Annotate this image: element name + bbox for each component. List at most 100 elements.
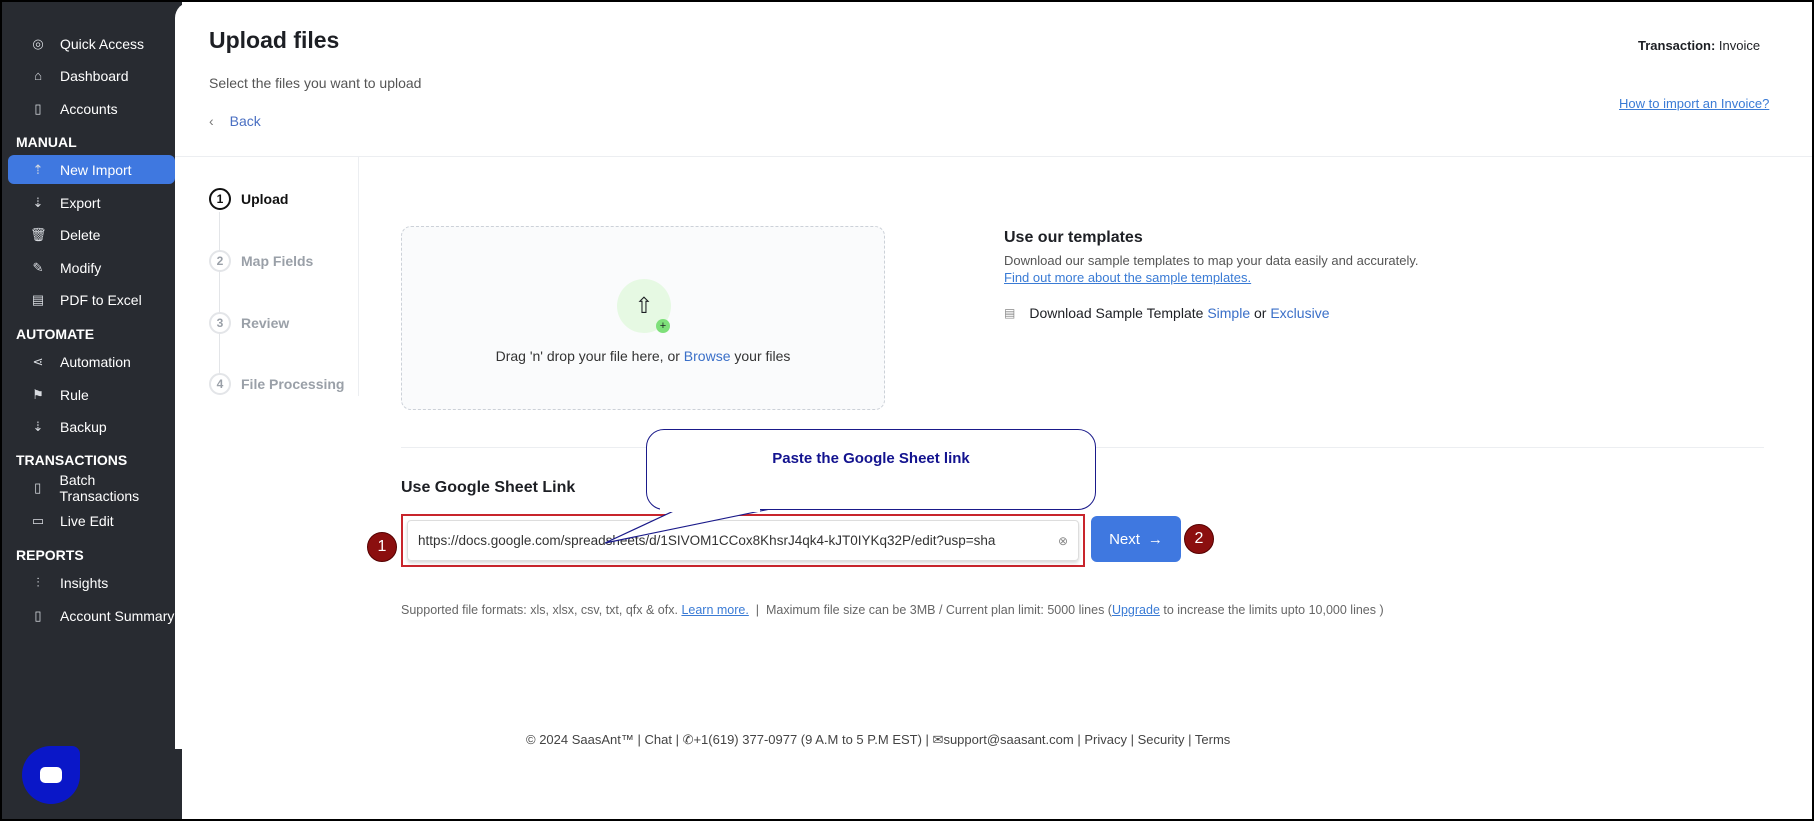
simple-template-link[interactable]: Simple <box>1207 305 1250 321</box>
sidebar-item-quick-access[interactable]: ◎ Quick Access <box>8 29 175 58</box>
sidebar-item-label: Automation <box>60 353 131 370</box>
clipboard-icon: ▯ <box>34 607 42 623</box>
footer-privacy-link[interactable]: Privacy <box>1084 732 1127 747</box>
sidebar-item-account-summary[interactable]: ▯ Account Summary <box>8 601 175 630</box>
step-label: Upload <box>241 191 289 207</box>
browse-link[interactable]: Browse <box>684 348 731 364</box>
step-number: 4 <box>209 373 231 395</box>
transaction-type: Transaction: Invoice <box>1638 38 1760 53</box>
phone-icon: ✆ <box>682 732 694 747</box>
callout-bubble: Paste the Google Sheet link <box>646 429 1096 510</box>
trash-icon: 🗑 <box>30 226 47 242</box>
sidebar-item-batch-transactions[interactable]: ▯ Batch Transactions <box>8 471 175 504</box>
sliders-icon: ⫶ <box>36 574 40 590</box>
sidebar-item-insights[interactable]: ⫶ Insights <box>8 568 175 597</box>
formats-text: Supported file formats: xls, xlsx, csv, … <box>401 603 678 617</box>
footer-security-link[interactable]: Security <box>1138 732 1185 747</box>
section-reports: REPORTS <box>16 547 84 563</box>
sample-templates-link[interactable]: Find out more about the sample templates… <box>1004 270 1419 285</box>
page-subtitle: Select the files you want to upload <box>209 75 422 91</box>
sidebar-item-backup[interactable]: ⇣ Backup <box>8 412 175 441</box>
back-link[interactable]: ‹ Back <box>209 113 261 129</box>
sidebar-item-label: Rule <box>60 386 89 403</box>
sidebar-item-automation[interactable]: ⋖ Automation <box>8 347 175 376</box>
chat-icon <box>40 767 62 783</box>
exclusive-template-link[interactable]: Exclusive <box>1270 305 1329 321</box>
target-icon: ◎ <box>32 35 44 51</box>
section-manual: MANUAL <box>16 134 77 150</box>
sidebar-item-live-edit[interactable]: ▭ Live Edit <box>8 506 175 535</box>
sidebar: ◎ Quick Access ⌂ Dashboard ▯ Accounts MANUA… <box>0 0 182 821</box>
sidebar-item-dashboard[interactable]: ⌂ Dashboard <box>8 61 175 90</box>
clear-icon[interactable]: ⊗ <box>1058 534 1068 548</box>
plus-icon: + <box>656 319 670 333</box>
sidebar-item-modify[interactable]: ✎ Modify <box>8 253 175 282</box>
sidebar-item-label: Live Edit <box>60 512 114 529</box>
step-number: 3 <box>209 312 231 334</box>
share-icon: ⋖ <box>32 353 44 369</box>
step-marker-2: 2 <box>1184 524 1214 554</box>
chevron-left-icon: ‹ <box>209 113 214 129</box>
templates-title: Use our templates <box>1004 229 1143 246</box>
transaction-value: Invoice <box>1718 38 1761 53</box>
sidebar-item-label: New Import <box>60 161 132 178</box>
file-edit-icon: ✎ <box>32 259 44 275</box>
dropzone-post: your files <box>730 348 791 364</box>
sidebar-item-label: Accounts <box>60 100 118 117</box>
sidebar-item-label: Account Summary <box>60 607 175 624</box>
templates-section: Use our templates Download our sample te… <box>1004 229 1419 321</box>
step-label: Map Fields <box>241 253 314 269</box>
edit-icon: ▭ <box>31 512 45 528</box>
step-marker-1: 1 <box>367 532 397 562</box>
sidebar-item-accounts[interactable]: ▯ Accounts <box>8 94 175 123</box>
step-label: Review <box>241 315 290 331</box>
step-map-fields: 2 Map Fields <box>209 250 313 272</box>
back-label: Back <box>229 113 261 129</box>
footer-terms-link[interactable]: Terms <box>1195 732 1230 747</box>
chat-widget-button[interactable] <box>22 746 80 804</box>
sidebar-item-rule[interactable]: ⚑ Rule <box>8 380 175 409</box>
cloud-backup-icon: ⇣ <box>32 418 44 434</box>
page-title: Upload files <box>209 27 340 53</box>
limits-text: Maximum file size can be 3MB / Current p… <box>765 603 1112 617</box>
cloud-upload-icon: ⇡ <box>32 161 44 177</box>
sidebar-item-new-import[interactable]: ⇡ New Import <box>8 155 175 184</box>
footer-email[interactable]: support@saasant.com <box>943 732 1073 747</box>
document-icon: ▯ <box>34 479 42 495</box>
file-dropzone[interactable]: ⇧ + Drag 'n' drop your file here, or Bro… <box>401 226 885 410</box>
callout-pointer-mask <box>660 505 760 512</box>
step-file-processing: 4 File Processing <box>209 373 344 395</box>
next-button[interactable]: Next → <box>1091 516 1181 562</box>
step-upload: 1 Upload <box>209 188 288 210</box>
clipboard-icon: ▯ <box>34 100 42 116</box>
google-sheet-title: Use Google Sheet Link <box>401 479 576 496</box>
stepper-divider <box>358 156 359 396</box>
sidebar-item-delete[interactable]: 🗑 Delete <box>8 220 175 249</box>
next-label: Next <box>1109 530 1140 548</box>
sidebar-item-pdf-to-excel[interactable]: ▤ PDF to Excel <box>8 285 175 314</box>
copyright: © 2024 SaasAnt™ <box>526 732 634 747</box>
header-divider <box>175 156 1812 157</box>
signpost-icon: ⚑ <box>32 386 44 402</box>
sidebar-item-label: Export <box>60 194 101 211</box>
sidebar-item-label: Dashboard <box>60 67 129 84</box>
document-icon: ▤ <box>1004 306 1016 320</box>
sidebar-item-label: Quick Access <box>60 35 145 52</box>
footer: © 2024 SaasAnt™ | Chat | ✆+1(619) 377-09… <box>526 732 1231 747</box>
mail-icon: ✉ <box>932 732 944 747</box>
step-number: 1 <box>209 188 231 210</box>
supported-formats-text: Supported file formats: xls, xlsx, csv, … <box>401 603 1384 617</box>
dropzone-pre: Drag 'n' drop your file here, or <box>495 348 684 364</box>
sidebar-item-label: Insights <box>60 574 109 591</box>
sidebar-item-export[interactable]: ⇣ Export <box>8 188 175 217</box>
upgrade-link[interactable]: Upgrade <box>1112 603 1160 617</box>
how-to-import-link[interactable]: How to import an Invoice? <box>1619 96 1769 111</box>
sidebar-item-label: PDF to Excel <box>60 291 142 308</box>
transaction-label: Transaction: <box>1638 38 1716 53</box>
footer-chat-link[interactable]: Chat <box>644 732 671 747</box>
section-transactions: TRANSACTIONS <box>16 452 128 468</box>
step-label: File Processing <box>241 376 345 392</box>
section-automate: AUTOMATE <box>16 326 95 342</box>
learn-more-link[interactable]: Learn more. <box>681 603 748 617</box>
sidebar-item-label: Batch Transactions <box>59 471 140 504</box>
